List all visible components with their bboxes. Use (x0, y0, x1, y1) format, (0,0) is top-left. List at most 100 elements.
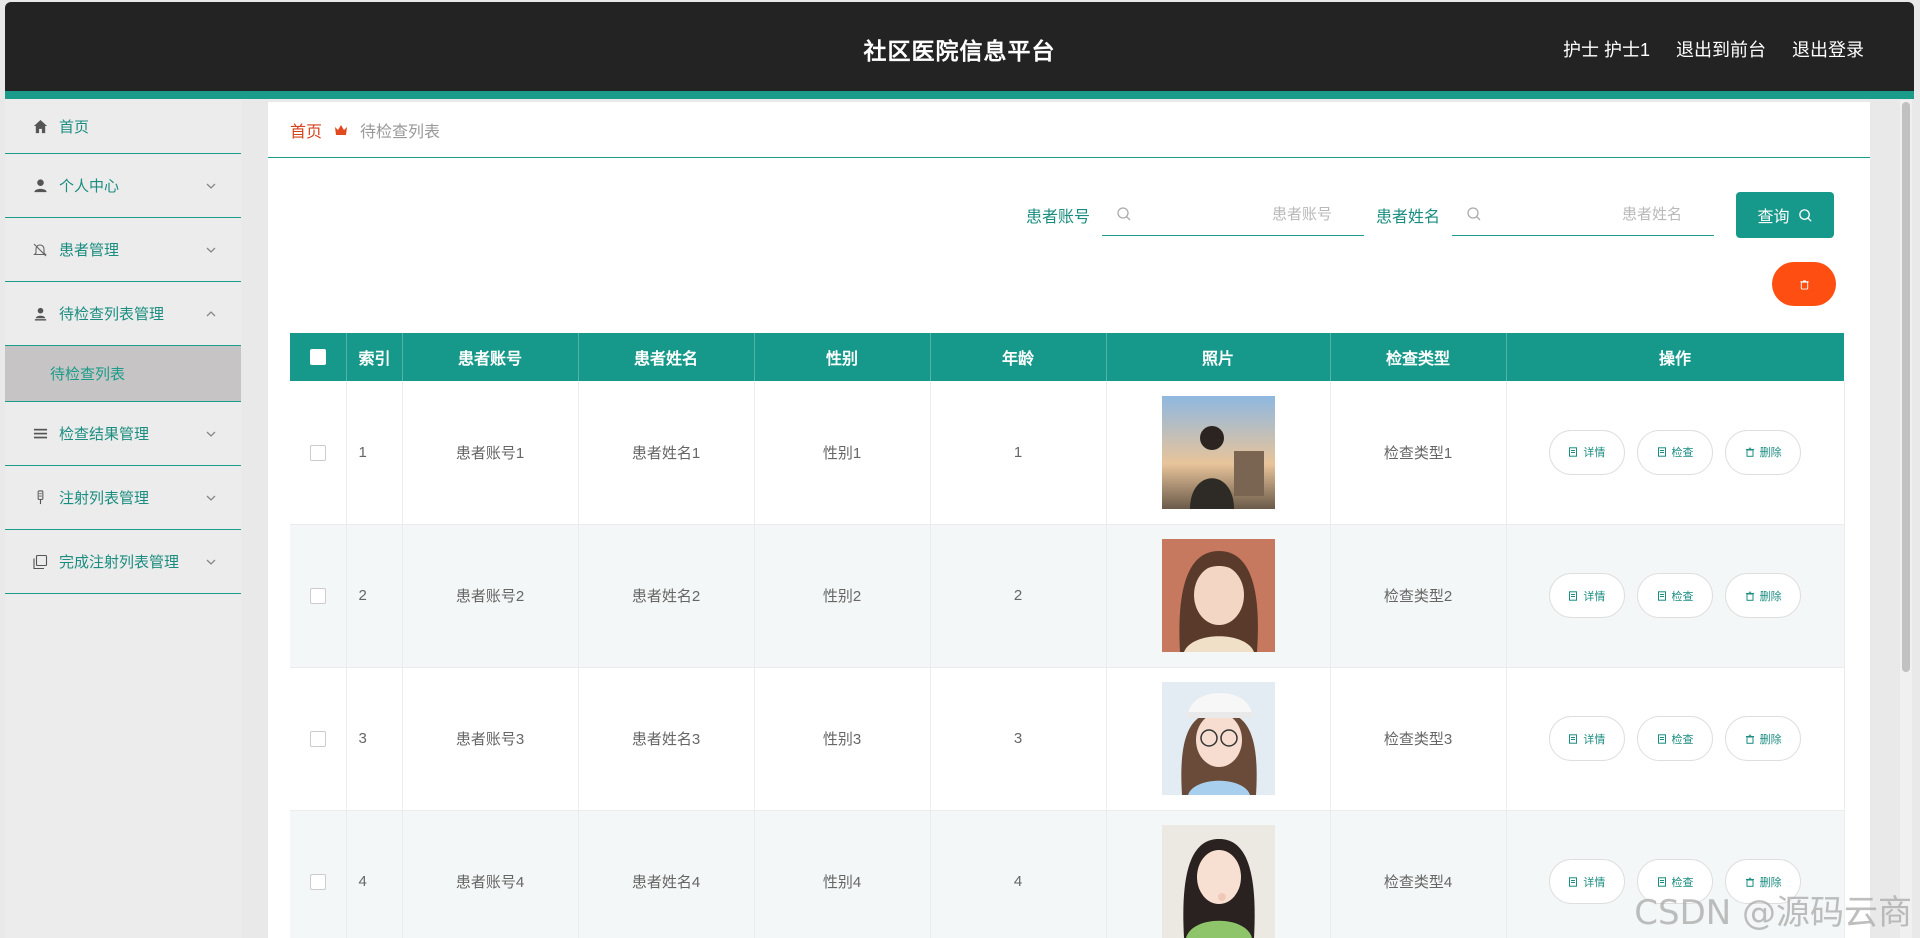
sidebar-item-label: 个人中心 (59, 178, 120, 195)
crown-icon (334, 123, 348, 137)
name-search-input[interactable] (1452, 194, 1714, 235)
search-icon (1117, 207, 1131, 221)
row-select-cell (290, 667, 347, 811)
row-checkbox[interactable] (309, 444, 326, 461)
page-scrollbar[interactable] (1900, 100, 1912, 938)
table-row: 1 患者账号1 患者姓名1 性别1 1 检查类型1 详情 检查 删除 (290, 381, 1845, 525)
sidebar-subitem-pending-check-list[interactable]: 待检查列表 (5, 346, 241, 402)
header-accent-bar (5, 91, 1914, 99)
delete-button[interactable]: 删除 (1725, 573, 1802, 618)
header-gender: 性别 (754, 333, 931, 381)
breadcrumb-home[interactable]: 首页 (290, 118, 322, 142)
patient-photo (1161, 682, 1275, 795)
detail-button[interactable]: 详情 (1548, 859, 1625, 904)
cell-index: 2 (346, 524, 403, 668)
syringe-icon (31, 489, 49, 507)
delete-button[interactable]: 删除 (1725, 716, 1802, 761)
detail-button[interactable]: 详情 (1548, 716, 1625, 761)
search-bar: 患者账号 患者姓名 查询 (1026, 192, 1834, 238)
row-checkbox[interactable] (309, 588, 326, 605)
search-button[interactable]: 查询 (1736, 192, 1834, 238)
back-to-frontend-link[interactable]: 退出到前台 (1676, 36, 1766, 62)
detail-label: 详情 (1583, 733, 1606, 746)
detail-label: 详情 (1583, 876, 1606, 889)
cell-index: 3 (346, 667, 403, 811)
document-icon (1569, 733, 1578, 744)
name-search-label: 患者姓名 (1375, 209, 1440, 226)
cell-name: 患者姓名3 (578, 667, 755, 811)
top-header: 社区医院信息平台 护士 护士1 退出到前台 退出登录 (5, 2, 1914, 91)
batch-delete-button[interactable] (1772, 262, 1836, 306)
sidebar-item-pending-check-management[interactable]: 待检查列表管理 (5, 282, 241, 346)
sidebar-item-injection-list-management[interactable]: 注射列表管理 (5, 466, 241, 530)
cell-photo (1106, 524, 1331, 668)
cell-gender: 性别1 (754, 381, 931, 525)
user-icon (31, 177, 49, 195)
cell-photo (1106, 667, 1331, 811)
row-checkbox[interactable] (309, 731, 326, 748)
check-button[interactable]: 检查 (1637, 716, 1713, 761)
header-photo: 照片 (1106, 333, 1331, 381)
sidebar-item-personal-center[interactable]: 个人中心 (5, 154, 241, 218)
logout-link[interactable]: 退出登录 (1792, 36, 1864, 62)
cell-check-type: 检查类型4 (1330, 810, 1507, 938)
chevron-down-icon (206, 247, 216, 253)
sidebar-item-label: 注射列表管理 (59, 490, 150, 507)
cell-age: 2 (930, 524, 1107, 668)
header-index: 索引 (346, 333, 403, 381)
check-label: 检查 (1671, 447, 1694, 460)
table-header-row: 索引 患者账号 患者姓名 性别 年龄 照片 检查类型 操作 (290, 333, 1845, 381)
check-button[interactable]: 检查 (1637, 573, 1713, 618)
watermark: CSDN @源码云商 (1634, 893, 1912, 933)
check-button[interactable]: 检查 (1637, 429, 1713, 475)
cell-photo (1106, 810, 1331, 938)
cell-index: 4 (346, 810, 403, 938)
main-content: 首页 待检查列表 患者账号 患者姓名 查询 (268, 102, 1870, 938)
header-account: 患者账号 (402, 333, 579, 381)
cell-photo (1106, 381, 1331, 525)
current-user[interactable]: 护士 护士1 (1563, 36, 1650, 62)
chevron-down-icon (206, 495, 216, 501)
chevron-down-icon (206, 183, 216, 189)
cell-gender: 性别4 (754, 810, 931, 938)
cell-account: 患者账号4 (402, 810, 579, 938)
account-search-label: 患者账号 (1025, 209, 1090, 226)
select-all-cell (290, 333, 347, 381)
patient-photo (1161, 539, 1275, 652)
check-label: 检查 (1671, 733, 1694, 746)
sidebar-item-check-result-management[interactable]: 检查结果管理 (5, 402, 241, 466)
account-search-input[interactable] (1101, 194, 1364, 235)
document-icon (1569, 590, 1578, 601)
sidebar-item-completed-injection-management[interactable]: 完成注射列表管理 (5, 530, 241, 594)
document-icon (1657, 733, 1666, 744)
sidebar-item-label: 待检查列表管理 (59, 306, 165, 323)
delete-label: 删除 (1759, 590, 1782, 603)
scrollbar-thumb[interactable] (1902, 102, 1910, 672)
sidebar-item-home[interactable]: 首页 (5, 99, 241, 154)
row-checkbox[interactable] (309, 874, 326, 891)
delete-button[interactable]: 删除 (1725, 429, 1802, 475)
sidebar: 首页 个人中心 患者管理 待检查列表管理 待检查列表 检查结果管理 注射列表管理 (5, 99, 241, 938)
header-actions: 护士 护士1 退出到前台 退出登录 (1563, 36, 1864, 62)
row-select-cell (290, 524, 347, 668)
trash-icon (1799, 279, 1809, 290)
patient-photo (1161, 395, 1275, 509)
row-select-cell (290, 381, 347, 525)
cell-account: 患者账号1 (402, 381, 579, 525)
search-icon (1798, 208, 1812, 222)
select-all-checkbox[interactable] (309, 348, 326, 365)
check-label: 检查 (1671, 590, 1694, 603)
header-ops: 操作 (1506, 333, 1845, 381)
search-icon (1467, 207, 1481, 221)
cell-name: 患者姓名2 (578, 524, 755, 668)
cell-name: 患者姓名4 (578, 810, 755, 938)
trash-icon (1745, 591, 1754, 601)
detail-button[interactable]: 详情 (1548, 429, 1625, 475)
row-select-cell (290, 810, 347, 938)
cell-gender: 性别3 (754, 667, 931, 811)
detail-button[interactable]: 详情 (1548, 573, 1625, 618)
header-check-type: 检查类型 (1330, 333, 1507, 381)
cell-account: 患者账号2 (402, 524, 579, 668)
detail-label: 详情 (1583, 590, 1606, 603)
sidebar-item-patient-management[interactable]: 患者管理 (5, 218, 241, 282)
